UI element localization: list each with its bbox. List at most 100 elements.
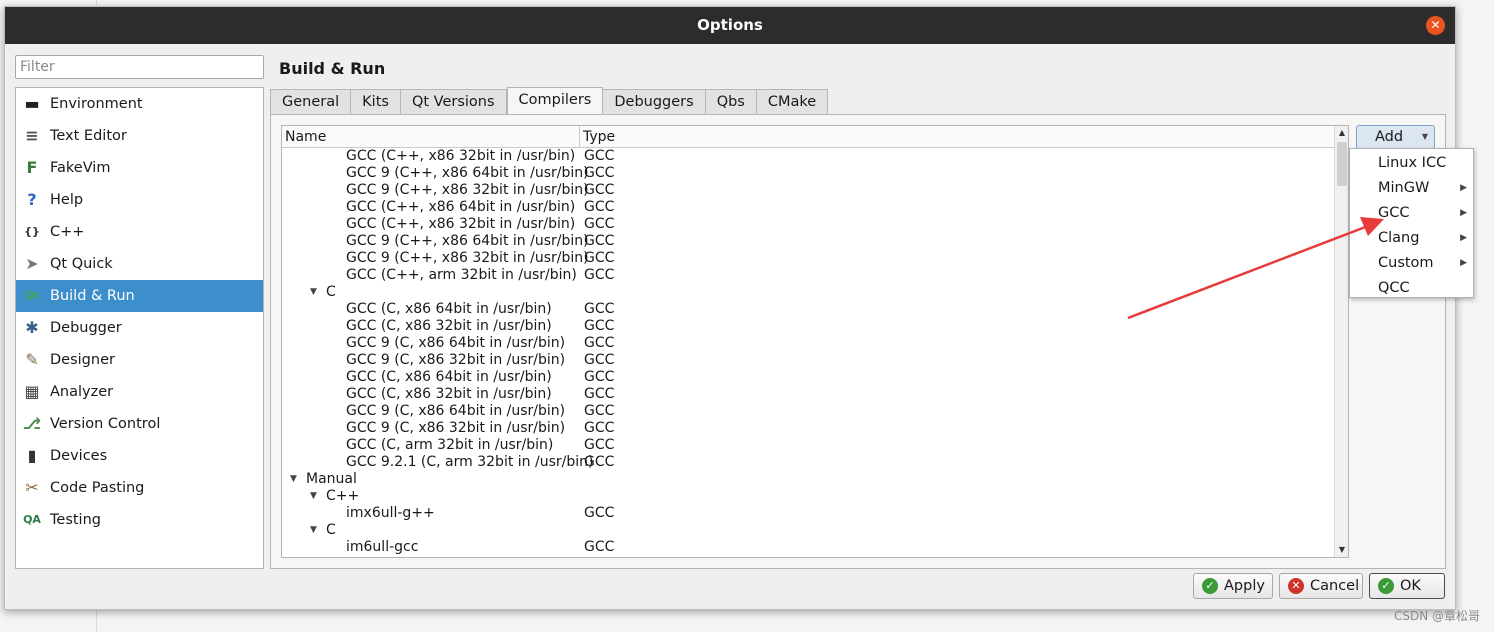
tab-cmake[interactable]: CMake (756, 89, 829, 115)
expand-arrow-icon[interactable]: ▼ (310, 522, 317, 539)
expand-arrow-icon[interactable]: ▼ (290, 471, 297, 488)
tree-row[interactable]: GCC 9 (C++, x86 64bit in /usr/bin) GCC (282, 233, 1348, 250)
sidebar-item-label: Testing (50, 512, 101, 528)
expand-arrow-icon[interactable]: ▼ (310, 284, 317, 301)
sidebar-item-label: Code Pasting (50, 480, 145, 496)
apply-button[interactable]: ✓ Apply (1193, 573, 1273, 599)
tab-general[interactable]: General (270, 89, 352, 115)
sidebar-item-designer[interactable]: ✎ Designer (16, 344, 263, 376)
tree-row[interactable]: GCC 9 (C, x86 32bit in /usr/bin) GCC (282, 352, 1348, 369)
window-title: Options (697, 16, 763, 34)
tree-row[interactable]: GCC (C++, x86 32bit in /usr/bin) GCC (282, 216, 1348, 233)
sidebar-item-qt-quick[interactable]: ➤ Qt Quick (16, 248, 263, 280)
close-icon[interactable]: ✕ (1426, 16, 1445, 35)
sidebar-item-debugger[interactable]: ✱ Debugger (16, 312, 263, 344)
menu-item-qcc[interactable]: QCC (1350, 276, 1473, 301)
compiler-tree[interactable]: Name Type GCC (C++, x86 32bit in /usr/bi… (281, 125, 1349, 558)
sidebar-item-analyzer[interactable]: ▦ Analyzer (16, 376, 263, 408)
sidebar-item-label: Build & Run (50, 288, 135, 304)
sidebar-item-version-control[interactable]: ⎇ Version Control (16, 408, 263, 440)
tree-row[interactable]: ▼ C (282, 284, 1348, 301)
menu-item-label: MinGW (1378, 180, 1430, 196)
bug-icon: ✱ (25, 318, 39, 337)
tree-row[interactable]: GCC (C++, x86 64bit in /usr/bin) GCC (282, 199, 1348, 216)
tree-row[interactable]: GCC (C, x86 64bit in /usr/bin) GCC (282, 369, 1348, 386)
tree-row[interactable]: GCC (C++, arm 32bit in /usr/bin) GCC (282, 267, 1348, 284)
tree-row[interactable]: im6ull-gcc GCC (282, 539, 1348, 556)
tree-row[interactable]: GCC 9 (C++, x86 32bit in /usr/bin) GCC (282, 182, 1348, 199)
tree-row[interactable]: GCC (C, x86 64bit in /usr/bin) GCC (282, 301, 1348, 318)
tab-qbs[interactable]: Qbs (705, 89, 757, 115)
tree-row[interactable]: GCC (C, x86 32bit in /usr/bin) GCC (282, 386, 1348, 403)
chevron-right-icon: ▶ (1460, 183, 1467, 193)
compiler-type (580, 522, 584, 539)
tab-kits[interactable]: Kits (351, 89, 401, 115)
compiler-type: GCC (584, 335, 615, 351)
tree-row[interactable]: GCC 9 (C, x86 64bit in /usr/bin) GCC (282, 403, 1348, 420)
filter-input[interactable] (15, 55, 264, 79)
column-header-type[interactable]: Type (580, 126, 615, 147)
sidebar-item-testing[interactable]: QA Testing (16, 504, 263, 536)
tree-row[interactable]: GCC 9 (C, x86 32bit in /usr/bin) GCC (282, 420, 1348, 437)
expand-arrow-icon[interactable]: ▼ (310, 488, 317, 505)
tree-row[interactable]: ▼ C (282, 522, 1348, 539)
sidebar-item-text-editor[interactable]: ≡ Text Editor (16, 120, 263, 152)
compiler-type: GCC (584, 403, 615, 419)
sidebar-item-code-pasting[interactable]: ✂ Code Pasting (16, 472, 263, 504)
compiler-name: GCC (C++, x86 32bit in /usr/bin) (346, 216, 576, 232)
menu-item-clang[interactable]: Clang ▶ (1350, 226, 1473, 251)
vertical-scrollbar[interactable]: ▲ ▼ (1334, 126, 1348, 557)
chevron-right-icon: ▶ (1460, 258, 1467, 268)
compiler-type: GCC (584, 369, 615, 385)
sidebar-item-label: Version Control (50, 416, 161, 432)
sidebar-item-devices[interactable]: ▮ Devices (16, 440, 263, 472)
tree-row[interactable]: ▼ C++ (282, 488, 1348, 505)
menu-item-custom[interactable]: Custom ▶ (1350, 251, 1473, 276)
compiler-name: GCC (C, x86 32bit in /usr/bin) (346, 318, 552, 334)
tree-row[interactable]: GCC 9.2.1 (C, arm 32bit in /usr/bin) GCC (282, 454, 1348, 471)
menu-item-mingw[interactable]: MinGW ▶ (1350, 176, 1473, 201)
tree-body: GCC (C++, x86 32bit in /usr/bin) GCC GCC 9… (282, 148, 1348, 556)
sidebar-item-label: Debugger (50, 320, 122, 336)
tree-row[interactable]: GCC 9 (C, x86 64bit in /usr/bin) GCC (282, 335, 1348, 352)
scroll-down-icon[interactable]: ▼ (1335, 543, 1348, 557)
menu-item-linux-icc[interactable]: Linux ICC (1350, 151, 1473, 176)
ok-label: OK (1400, 578, 1421, 594)
sidebar-item-environment[interactable]: ▬ Environment (16, 88, 263, 120)
tree-row[interactable]: GCC (C, arm 32bit in /usr/bin) GCC (282, 437, 1348, 454)
tab-compilers[interactable]: Compilers (506, 87, 604, 116)
compiler-type: GCC (584, 216, 615, 232)
add-button[interactable]: Add ▼ (1356, 125, 1435, 149)
sidebar-item-help[interactable]: ? Help (16, 184, 263, 216)
sidebar-item-label: C++ (50, 224, 85, 240)
tab-qt-versions[interactable]: Qt Versions (400, 89, 507, 115)
category-list: ▬ Environment ≡ Text Editor F FakeVim? Help {} C… (15, 87, 264, 569)
scroll-thumb[interactable] (1337, 142, 1347, 186)
compiler-name: GCC (C++, arm 32bit in /usr/bin) (346, 267, 577, 283)
tree-row[interactable]: ▼ Manual (282, 471, 1348, 488)
sidebar-item-c[interactable]: {} C++ (16, 216, 263, 248)
compiler-type: GCC (584, 539, 615, 555)
chevron-down-icon: ▼ (1421, 132, 1428, 141)
tree-row[interactable]: GCC (C, x86 32bit in /usr/bin) GCC (282, 318, 1348, 335)
tree-row[interactable]: imx6ull-g++ GCC (282, 505, 1348, 522)
monitor-icon: ▬ (24, 94, 40, 113)
tree-row[interactable]: GCC 9 (C++, x86 64bit in /usr/bin) GCC (282, 165, 1348, 182)
tab-debuggers[interactable]: Debuggers (603, 89, 706, 115)
cancel-button[interactable]: ✕ Cancel (1279, 573, 1363, 599)
chevron-right-icon: ▶ (1460, 208, 1467, 218)
menu-item-gcc[interactable]: GCC ▶ (1350, 201, 1473, 226)
ok-button[interactable]: ✓ OK (1369, 573, 1445, 599)
options-dialog: Options ✕ ▬ Environment ≡ Text Editor F FakeV… (4, 6, 1456, 610)
scroll-up-icon[interactable]: ▲ (1335, 126, 1348, 140)
sidebar-item-fakevim[interactable]: F FakeVim (16, 152, 263, 184)
tree-row[interactable]: GCC (C++, x86 32bit in /usr/bin) GCC (282, 148, 1348, 165)
column-header-name[interactable]: Name (282, 126, 580, 147)
compiler-type: GCC (584, 318, 615, 334)
title-bar: Options ✕ (5, 7, 1455, 44)
add-button-label: Add (1375, 129, 1404, 145)
tree-row[interactable]: GCC 9 (C++, x86 32bit in /usr/bin) GCC (282, 250, 1348, 267)
help-icon: ? (27, 190, 37, 209)
sidebar-item-build-run[interactable]: Qt Build & Run (16, 280, 263, 312)
compiler-type: GCC (584, 267, 615, 283)
